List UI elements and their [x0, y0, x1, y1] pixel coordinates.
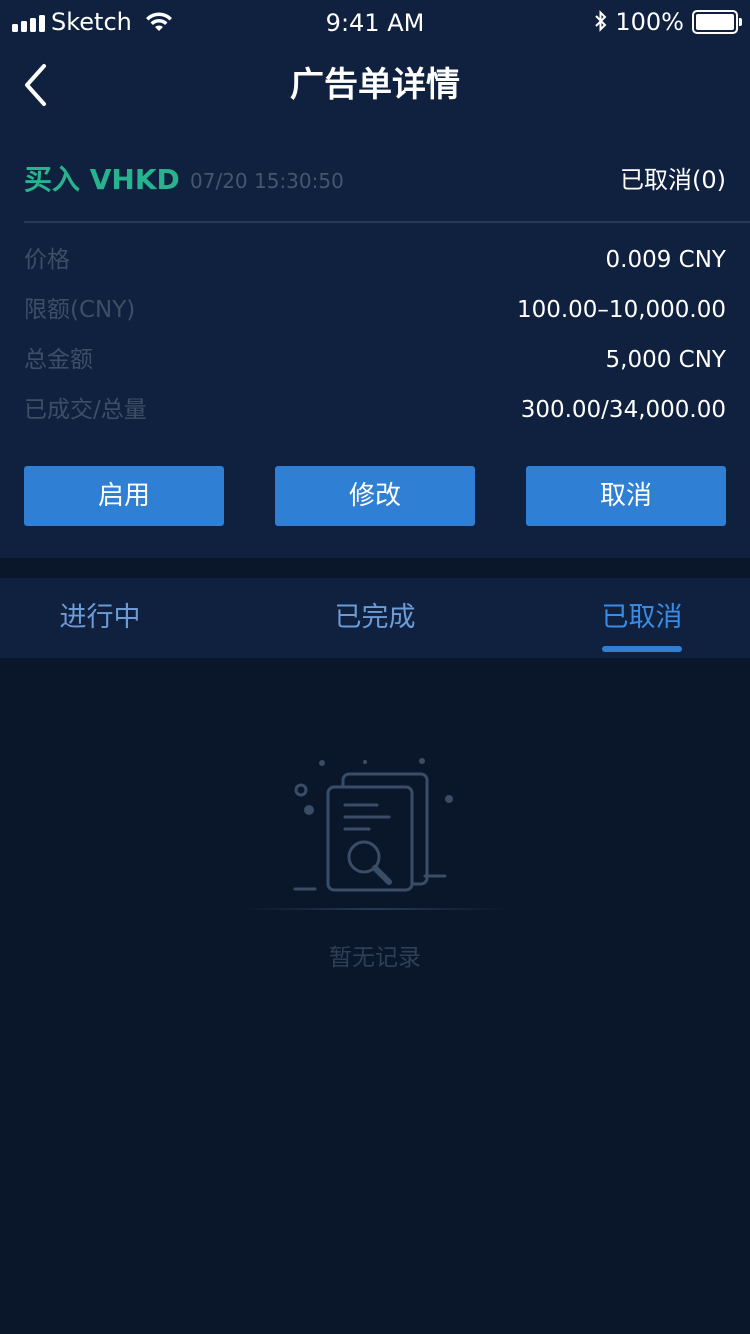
detail-label: 总金额 — [24, 347, 93, 373]
status-right: 100% — [593, 8, 742, 36]
page-title: 广告单详情 — [290, 65, 460, 105]
battery-icon — [692, 10, 742, 34]
detail-label: 价格 — [24, 247, 70, 273]
screen: Sketch 9:41 AM 100% 广告单详情 买入 VHKD 07/20 … — [0, 0, 750, 1334]
nav-bar: 广告单详情 — [0, 44, 750, 132]
status-bar: Sketch 9:41 AM 100% — [0, 0, 750, 44]
detail-row-filled: 已成交/总量 300.00/34,000.00 — [24, 392, 726, 428]
order-status: 已取消(0) — [620, 166, 726, 194]
divider — [24, 221, 750, 223]
detail-row-limit: 限额(CNY) 100.00–10,000.00 — [24, 292, 726, 328]
detail-label: 限额(CNY) — [24, 297, 136, 323]
battery-percent: 100% — [615, 8, 684, 36]
active-tab-indicator — [602, 646, 682, 652]
empty-document-search-icon — [293, 758, 453, 892]
detail-value: 100.00–10,000.00 — [516, 297, 726, 323]
order-header: 买入 VHKD 07/20 15:30:50 已取消(0) — [24, 160, 726, 200]
detail-row-total-amount: 总金额 5,000 CNY — [24, 342, 726, 378]
detail-value: 0.009 CNY — [605, 247, 726, 273]
modify-button[interactable]: 修改 — [275, 466, 475, 526]
empty-divider — [245, 908, 505, 910]
tab-in-progress[interactable]: 进行中 — [40, 578, 160, 658]
order-time: 07/20 15:30:50 — [190, 169, 344, 193]
empty-state-text: 暂无记录 — [329, 945, 421, 971]
header-panel: Sketch 9:41 AM 100% 广告单详情 买入 VHKD 07/20 … — [0, 0, 750, 558]
detail-row-price: 价格 0.009 CNY — [24, 242, 726, 278]
order-type: 买入 VHKD — [24, 163, 180, 196]
cancel-button[interactable]: 取消 — [526, 466, 726, 526]
detail-value: 300.00/34,000.00 — [520, 397, 726, 423]
tab-completed[interactable]: 已完成 — [315, 578, 435, 658]
bluetooth-icon — [595, 10, 607, 32]
detail-value: 5,000 CNY — [605, 347, 726, 373]
detail-label: 已成交/总量 — [24, 397, 147, 423]
enable-button[interactable]: 启用 — [24, 466, 224, 526]
